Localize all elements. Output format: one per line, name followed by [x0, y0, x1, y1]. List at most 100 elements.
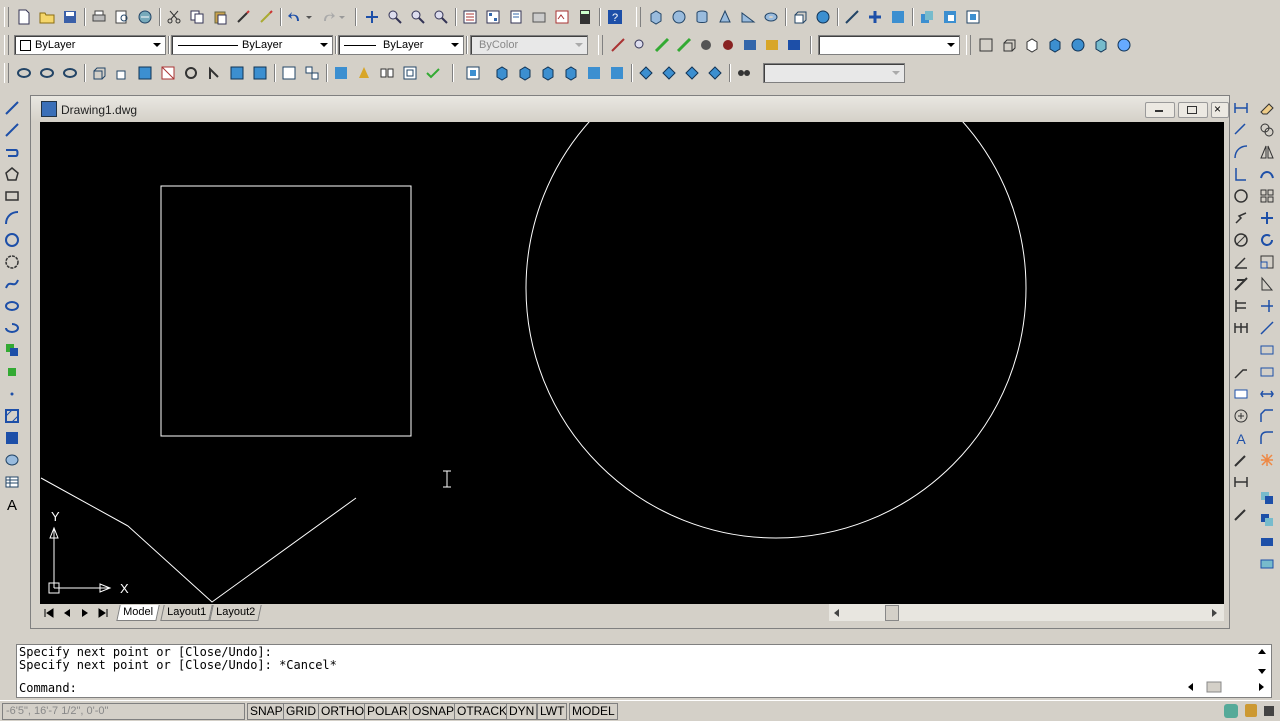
- scenes-icon[interactable]: [652, 35, 671, 54]
- draw-order-front-icon[interactable]: [1257, 488, 1277, 508]
- render-preset-dropdown[interactable]: [818, 35, 960, 55]
- dimension-update-icon[interactable]: [1231, 472, 1251, 492]
- zoom-window-icon[interactable]: [408, 7, 427, 26]
- dimension-edit-icon[interactable]: A: [1231, 428, 1251, 448]
- drawn-polyline[interactable]: [40, 477, 357, 603]
- shell-icon[interactable]: [400, 63, 419, 82]
- cone-icon[interactable]: [715, 7, 734, 26]
- section-icon[interactable]: [865, 7, 884, 26]
- mirror-icon[interactable]: [1257, 142, 1277, 162]
- insert-block-icon[interactable]: [2, 340, 22, 360]
- color-faces-icon[interactable]: [659, 63, 678, 82]
- linear-dimension-icon[interactable]: [1231, 98, 1251, 118]
- jogged-dimension-icon[interactable]: [1231, 208, 1251, 228]
- draw-order-back-icon[interactable]: [1257, 510, 1277, 530]
- tolerance-icon[interactable]: [1231, 384, 1251, 404]
- cut-icon[interactable]: [164, 7, 183, 26]
- tab-layout1[interactable]: Layout1: [160, 605, 213, 621]
- block-editor-icon[interactable]: [256, 7, 275, 26]
- first-layout-button[interactable]: [42, 607, 56, 619]
- spline-icon[interactable]: [2, 274, 22, 294]
- tab-layout2[interactable]: Layout2: [209, 605, 262, 621]
- linetype-control-dropdown[interactable]: ByLayer: [171, 35, 333, 55]
- separate-icon[interactable]: [377, 63, 396, 82]
- plot-icon[interactable]: [89, 7, 108, 26]
- join-icon[interactable]: [1257, 384, 1277, 404]
- drawn-rectangle[interactable]: [160, 185, 412, 437]
- interfere-check-icon[interactable]: [331, 63, 350, 82]
- polar-toggle[interactable]: POLAR: [364, 703, 411, 720]
- zoom-previous-icon[interactable]: [431, 7, 450, 26]
- fog-icon[interactable]: [762, 35, 781, 54]
- snap-toggle[interactable]: SNAP: [247, 703, 286, 720]
- construction-line-icon[interactable]: [2, 120, 22, 140]
- otrack-toggle[interactable]: OTRACK: [454, 703, 511, 720]
- copy-edges-icon[interactable]: [682, 63, 701, 82]
- extend-icon[interactable]: [1257, 318, 1277, 338]
- polygon-icon[interactable]: [2, 164, 22, 184]
- wedge-icon[interactable]: [738, 7, 757, 26]
- undo-dropdown-icon[interactable]: [304, 7, 314, 26]
- trim-icon[interactable]: [1257, 296, 1277, 316]
- lineweight-control-dropdown[interactable]: ByLayer: [338, 35, 464, 55]
- tool-palettes-icon[interactable]: [506, 7, 525, 26]
- break-icon[interactable]: [1257, 362, 1277, 382]
- union-icon[interactable]: [917, 7, 936, 26]
- diameter-dimension-icon[interactable]: [1231, 230, 1251, 250]
- break-at-point-icon[interactable]: [1257, 340, 1277, 360]
- make-block-icon[interactable]: [2, 362, 22, 382]
- realistic-icon[interactable]: [1045, 35, 1064, 54]
- revision-cloud-icon[interactable]: [2, 252, 22, 272]
- pan-icon[interactable]: [362, 7, 381, 26]
- design-center-icon[interactable]: [483, 7, 502, 26]
- slice-icon[interactable]: [842, 7, 861, 26]
- delete-faces-icon[interactable]: [561, 63, 580, 82]
- baseline-dimension-icon[interactable]: [1231, 296, 1251, 316]
- polysolid-icon[interactable]: [89, 63, 108, 82]
- drawing-canvas[interactable]: Y X: [40, 122, 1224, 604]
- statistics-icon[interactable]: [784, 35, 803, 54]
- taper-faces-icon[interactable]: [607, 63, 626, 82]
- arc-length-icon[interactable]: [1231, 142, 1251, 162]
- copy-faces-icon[interactable]: [636, 63, 655, 82]
- osnap-toggle[interactable]: OSNAP: [409, 703, 458, 720]
- rotate-faces-icon[interactable]: [584, 63, 603, 82]
- multiline-text-icon[interactable]: A: [2, 494, 22, 514]
- tab-model[interactable]: Model: [116, 605, 160, 621]
- paste-icon[interactable]: [210, 7, 229, 26]
- stretch-icon[interactable]: [1257, 274, 1277, 294]
- background-icon[interactable]: [740, 35, 759, 54]
- move-icon[interactable]: [1257, 208, 1277, 228]
- save-icon[interactable]: [60, 7, 79, 26]
- region-icon[interactable]: [2, 450, 22, 470]
- restore-button[interactable]: [1178, 102, 1208, 118]
- 3d-wireframe-icon[interactable]: [999, 35, 1018, 54]
- visual-style-sphere-icon[interactable]: [1114, 35, 1133, 54]
- box-icon[interactable]: [646, 7, 665, 26]
- array-icon[interactable]: [1257, 186, 1277, 206]
- offset-icon[interactable]: [1257, 164, 1277, 184]
- command-window[interactable]: Specify next point or [Close/Undo]: Spec…: [16, 644, 1272, 698]
- intersect-icon[interactable]: [963, 7, 982, 26]
- ellipse-icon[interactable]: [2, 296, 22, 316]
- dimension-text-edit-icon[interactable]: [1231, 450, 1251, 470]
- interfere-icon[interactable]: [888, 7, 907, 26]
- angular-dimension-icon[interactable]: [1231, 252, 1251, 272]
- publish-icon[interactable]: [135, 7, 154, 26]
- color-edges-icon[interactable]: [705, 63, 724, 82]
- prev-layout-button[interactable]: [60, 607, 74, 619]
- cylinder-icon[interactable]: [692, 7, 711, 26]
- revolve-icon[interactable]: [813, 7, 832, 26]
- drawing-titlebar[interactable]: Drawing1.dwg ×: [31, 96, 1229, 122]
- continue-dimension-icon[interactable]: [1231, 318, 1251, 338]
- gradient-icon[interactable]: [2, 428, 22, 448]
- planar-surface-icon[interactable]: [135, 63, 154, 82]
- chamfer-icon[interactable]: [1257, 406, 1277, 426]
- point-icon[interactable]: [2, 384, 22, 404]
- helix-icon[interactable]: [112, 63, 131, 82]
- next-layout-button[interactable]: [78, 607, 92, 619]
- scroll-right-button[interactable]: [1206, 605, 1222, 620]
- camera-icon[interactable]: [734, 63, 753, 82]
- hatch-icon[interactable]: [2, 406, 22, 426]
- 3d-move-icon[interactable]: [227, 63, 246, 82]
